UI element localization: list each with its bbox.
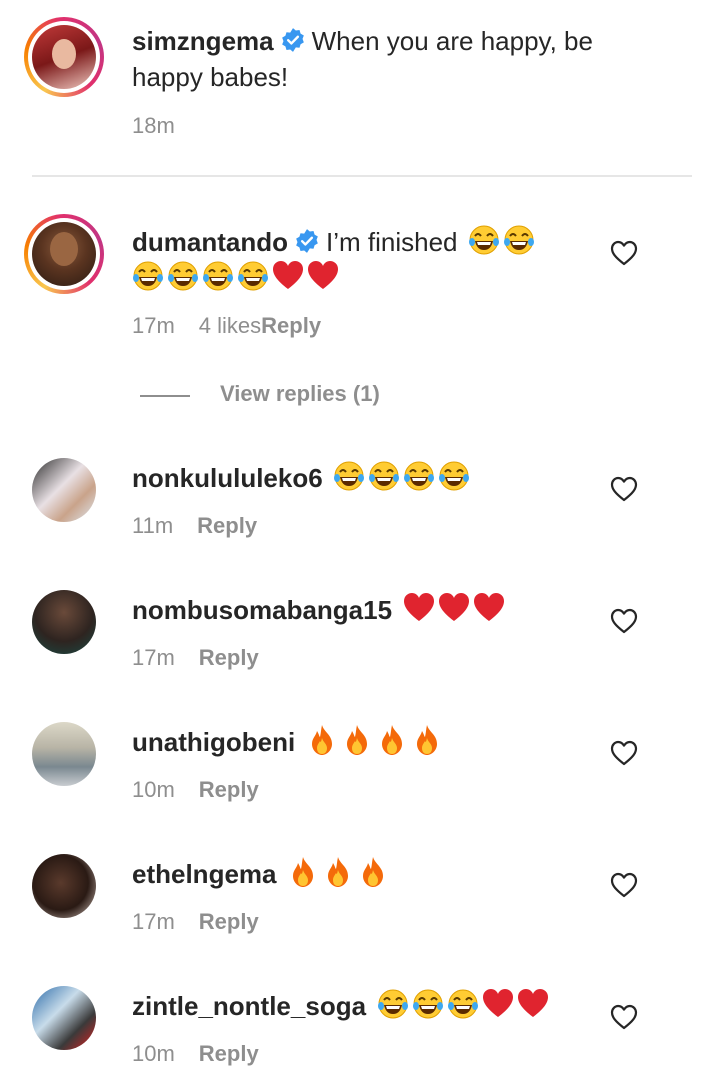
face-with-tears-of-joy-emoji bbox=[468, 224, 500, 256]
fire-emoji bbox=[341, 724, 373, 756]
reply-button[interactable]: Reply bbox=[261, 313, 321, 338]
face-with-tears-of-joy-emoji bbox=[438, 460, 470, 492]
verified-badge-icon bbox=[294, 228, 320, 254]
reply-button[interactable]: Reply bbox=[197, 513, 257, 538]
post-author-username[interactable]: simzngema bbox=[132, 26, 274, 56]
post-timestamp: 18m bbox=[132, 113, 175, 138]
comment-avatar[interactable] bbox=[32, 854, 96, 918]
comment-line: ethelngema bbox=[132, 856, 392, 890]
post-caption-line1: When you are happy, be bbox=[311, 26, 593, 56]
heart-outline-icon[interactable] bbox=[610, 1004, 638, 1030]
view-replies-button[interactable]: View replies (1) bbox=[220, 381, 380, 407]
comment-line: zintle_nontle_soga bbox=[132, 988, 552, 1022]
reply-button[interactable]: Reply bbox=[199, 909, 259, 934]
comment-line: unathigobeni bbox=[132, 724, 446, 758]
comment-username[interactable]: zintle_nontle_soga bbox=[132, 991, 366, 1021]
fire-emoji bbox=[357, 856, 389, 888]
face-with-tears-of-joy-emoji bbox=[403, 460, 435, 492]
red-heart-emoji bbox=[272, 260, 304, 292]
face-with-tears-of-joy-emoji bbox=[368, 460, 400, 492]
comment-text: I’m finished bbox=[326, 227, 458, 257]
comment-time: 11m bbox=[132, 513, 174, 538]
comment-time: 17m bbox=[132, 645, 175, 670]
red-heart-emoji bbox=[517, 988, 549, 1020]
face-with-tears-of-joy-emoji bbox=[503, 224, 535, 256]
face-with-tears-of-joy-emoji bbox=[167, 260, 199, 292]
face-with-tears-of-joy-emoji bbox=[237, 260, 269, 292]
view-replies-line bbox=[140, 395, 190, 397]
red-heart-emoji bbox=[403, 592, 435, 624]
red-heart-emoji bbox=[438, 592, 470, 624]
comment-avatar[interactable] bbox=[24, 214, 104, 294]
heart-outline-icon[interactable] bbox=[610, 740, 638, 766]
heart-outline-icon[interactable] bbox=[610, 608, 638, 634]
face-with-tears-of-joy-emoji bbox=[132, 260, 164, 292]
divider bbox=[32, 175, 692, 177]
face-with-tears-of-joy-emoji bbox=[333, 460, 365, 492]
red-heart-emoji bbox=[307, 260, 339, 292]
fire-emoji bbox=[306, 724, 338, 756]
comment-time: 17m bbox=[132, 909, 175, 934]
comment-avatar[interactable] bbox=[32, 986, 96, 1050]
comment-time: 17m bbox=[132, 313, 175, 338]
comment-avatar[interactable] bbox=[32, 722, 96, 786]
face-with-tears-of-joy-emoji bbox=[377, 988, 409, 1020]
heart-outline-icon[interactable] bbox=[610, 240, 638, 266]
comment-emoji-line bbox=[132, 260, 342, 292]
comment-avatar[interactable] bbox=[32, 458, 96, 522]
comment-username[interactable]: dumantando bbox=[132, 227, 288, 257]
fire-emoji bbox=[322, 856, 354, 888]
heart-outline-icon[interactable] bbox=[610, 476, 638, 502]
comment-time: 10m bbox=[132, 1041, 175, 1066]
face-with-tears-of-joy-emoji bbox=[202, 260, 234, 292]
red-heart-emoji bbox=[482, 988, 514, 1020]
reply-button[interactable]: Reply bbox=[199, 777, 259, 802]
reply-button[interactable]: Reply bbox=[199, 1041, 259, 1066]
comment-time: 10m bbox=[132, 777, 175, 802]
comment-username[interactable]: nombusomabanga15 bbox=[132, 595, 392, 625]
fire-emoji bbox=[287, 856, 319, 888]
red-heart-emoji bbox=[473, 592, 505, 624]
face-with-tears-of-joy-emoji bbox=[447, 988, 479, 1020]
verified-badge-icon bbox=[280, 27, 306, 53]
comment-username[interactable]: ethelngema bbox=[132, 859, 277, 889]
fire-emoji bbox=[376, 724, 408, 756]
post-author-avatar[interactable] bbox=[24, 17, 104, 97]
face-with-tears-of-joy-emoji bbox=[412, 988, 444, 1020]
comment-avatar[interactable] bbox=[32, 590, 96, 654]
comment-line: nonkulululeko6 bbox=[132, 460, 473, 494]
comment-username[interactable]: unathigobeni bbox=[132, 727, 295, 757]
comment-username[interactable]: nonkulululeko6 bbox=[132, 463, 323, 493]
comment-line: dumantando I’m finished bbox=[132, 224, 538, 258]
fire-emoji bbox=[411, 724, 443, 756]
post-caption-line2: happy babes! bbox=[132, 62, 289, 92]
comment-likes[interactable]: 4 likes bbox=[199, 313, 261, 338]
reply-button[interactable]: Reply bbox=[199, 645, 259, 670]
heart-outline-icon[interactable] bbox=[610, 872, 638, 898]
comment-line: nombusomabanga15 bbox=[132, 592, 508, 626]
